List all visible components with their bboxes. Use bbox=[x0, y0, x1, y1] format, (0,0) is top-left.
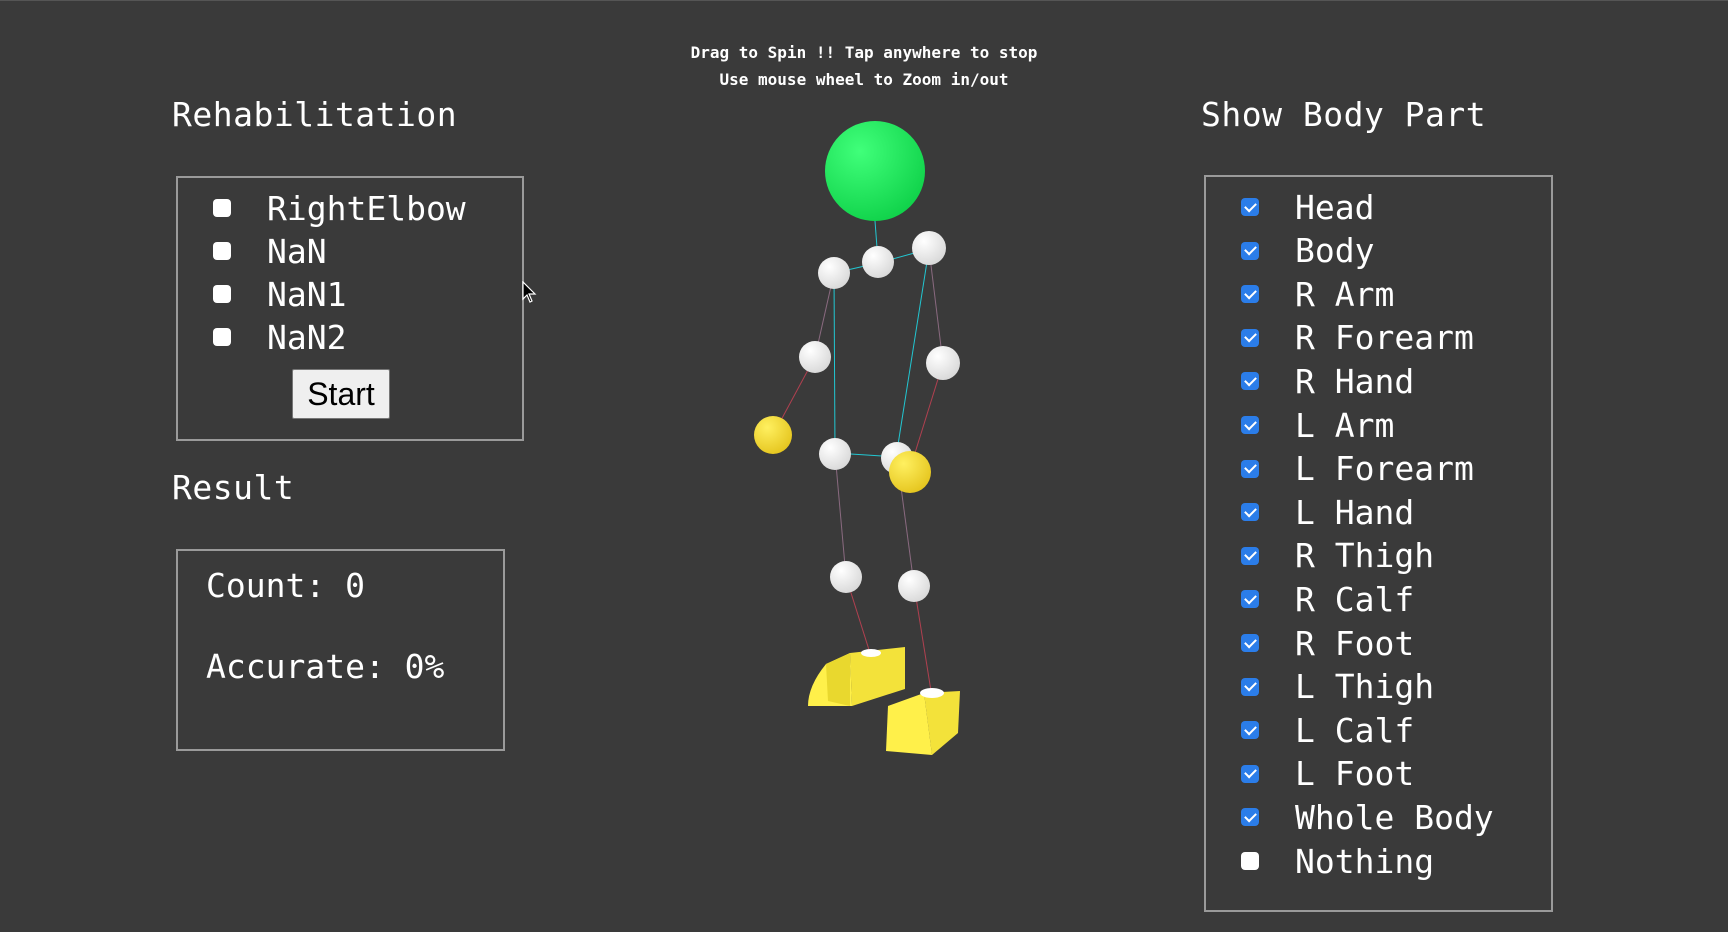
body-part-label: R Calf bbox=[1295, 579, 1415, 619]
rehab-checkbox[interactable] bbox=[213, 199, 231, 217]
body-part-label: R Hand bbox=[1295, 361, 1415, 401]
accuracy-readout: Accurate: 0% bbox=[206, 647, 445, 686]
body-part-option[interactable]: L Thigh bbox=[1241, 667, 1435, 707]
spine-right bbox=[833, 272, 836, 454]
body-part-label: L Thigh bbox=[1295, 667, 1435, 707]
rehab-checkbox[interactable] bbox=[213, 242, 231, 260]
joint-spheres bbox=[799, 231, 960, 602]
right-hand-sphere bbox=[754, 416, 792, 454]
body-part-checkbox[interactable] bbox=[1241, 328, 1259, 347]
body-part-label: L Foot bbox=[1295, 754, 1415, 794]
spin-zoom-hint: Drag to Spin !! Tap anywhere to stop Use… bbox=[0, 39, 1728, 93]
left-knee-joint bbox=[898, 570, 930, 602]
rehab-option[interactable]: NaN bbox=[213, 231, 327, 271]
body-part-label: L Arm bbox=[1295, 405, 1395, 445]
body-part-checkbox[interactable] bbox=[1241, 198, 1259, 216]
body-part-option[interactable]: L Hand bbox=[1241, 492, 1415, 532]
show-body-part-title: Show Body Part bbox=[1201, 95, 1487, 134]
body-part-option[interactable]: L Foot bbox=[1241, 754, 1415, 794]
r-thigh-bone bbox=[834, 452, 847, 578]
result-title: Result bbox=[172, 468, 295, 507]
right-shoulder-joint bbox=[818, 257, 850, 289]
body-part-option[interactable]: R Foot bbox=[1241, 623, 1415, 663]
rehabilitation-title: Rehabilitation bbox=[172, 95, 458, 134]
rehab-checkbox[interactable] bbox=[213, 328, 231, 346]
body-part-checkbox[interactable] bbox=[1241, 546, 1259, 565]
body-part-checkbox[interactable] bbox=[1241, 503, 1259, 522]
rehab-label: NaN bbox=[267, 231, 327, 271]
body-part-option[interactable]: R Hand bbox=[1241, 361, 1415, 401]
body-part-checkbox[interactable] bbox=[1241, 590, 1259, 609]
body-part-checkbox[interactable] bbox=[1241, 808, 1259, 827]
body-part-checkbox[interactable] bbox=[1241, 852, 1259, 870]
body-part-label: Body bbox=[1295, 231, 1375, 271]
rehab-option[interactable]: NaN1 bbox=[213, 274, 347, 314]
body-part-label: R Forearm bbox=[1295, 318, 1474, 358]
skeleton-figure[interactable] bbox=[700, 101, 1020, 781]
left-elbow-joint bbox=[926, 346, 960, 380]
hint-line-2: Use mouse wheel to Zoom in/out bbox=[719, 70, 1009, 89]
body-part-checkbox[interactable] bbox=[1241, 677, 1259, 696]
body-part-option[interactable]: Whole Body bbox=[1241, 797, 1494, 837]
body-part-panel: Head Body R Arm R Forearm R Hand L Arm L Forea… bbox=[1204, 175, 1553, 912]
rehab-label: NaN2 bbox=[267, 317, 347, 357]
body-part-option[interactable]: Body bbox=[1241, 231, 1375, 271]
body-part-checkbox[interactable] bbox=[1241, 459, 1259, 478]
body-part-option[interactable]: Head bbox=[1241, 187, 1375, 227]
body-part-checkbox[interactable] bbox=[1241, 634, 1259, 652]
body-part-checkbox[interactable] bbox=[1241, 285, 1259, 304]
count-readout: Count: 0 bbox=[206, 566, 365, 605]
body-part-option[interactable]: L Calf bbox=[1241, 710, 1415, 750]
body-part-label: R Arm bbox=[1295, 274, 1395, 314]
right-hip-joint bbox=[819, 438, 851, 470]
left-shoulder-joint bbox=[912, 231, 946, 265]
body-part-checkbox[interactable] bbox=[1241, 372, 1259, 391]
l-arm-bone bbox=[928, 248, 944, 364]
body-part-label: L Calf bbox=[1295, 710, 1415, 750]
body-part-label: R Foot bbox=[1295, 623, 1415, 663]
body-part-option[interactable]: R Forearm bbox=[1241, 318, 1474, 358]
body-part-checkbox[interactable] bbox=[1241, 416, 1259, 434]
neck-joint bbox=[862, 246, 894, 278]
body-part-option[interactable]: Nothing bbox=[1241, 841, 1435, 881]
body-part-checkbox[interactable] bbox=[1241, 721, 1259, 740]
body-part-label: Head bbox=[1295, 187, 1375, 227]
rehab-label: RightElbow bbox=[267, 188, 466, 228]
rehab-label: NaN1 bbox=[267, 274, 347, 314]
left-foot-block bbox=[886, 688, 960, 755]
hint-line-1: Drag to Spin !! Tap anywhere to stop bbox=[690, 43, 1038, 62]
body-part-label: Whole Body bbox=[1295, 797, 1494, 837]
head-sphere bbox=[825, 121, 925, 221]
body-part-label: R Thigh bbox=[1295, 536, 1435, 576]
right-foot-block bbox=[808, 647, 905, 706]
spine-left bbox=[896, 248, 930, 452]
body-part-label: L Forearm bbox=[1295, 449, 1474, 489]
right-knee-joint bbox=[830, 561, 862, 593]
body-part-option[interactable]: L Arm bbox=[1241, 405, 1395, 445]
result-panel: Count: 0 Accurate: 0% bbox=[176, 549, 505, 751]
body-part-label: L Hand bbox=[1295, 492, 1415, 532]
body-part-option[interactable]: R Calf bbox=[1241, 579, 1415, 619]
rehab-option[interactable]: RightElbow bbox=[213, 188, 466, 228]
rehab-checkbox[interactable] bbox=[213, 285, 231, 303]
body-part-option[interactable]: R Arm bbox=[1241, 274, 1395, 314]
skeleton-viewer-page: Drag to Spin !! Tap anywhere to stop Use… bbox=[0, 0, 1728, 932]
body-part-label: Nothing bbox=[1295, 841, 1435, 881]
body-part-checkbox[interactable] bbox=[1241, 764, 1259, 783]
start-button[interactable]: Start bbox=[292, 369, 390, 419]
body-part-option[interactable]: R Thigh bbox=[1241, 536, 1435, 576]
body-part-checkbox[interactable] bbox=[1241, 241, 1259, 260]
left-hand-sphere bbox=[889, 451, 931, 493]
rehab-option[interactable]: NaN2 bbox=[213, 317, 347, 357]
right-elbow-joint bbox=[799, 341, 831, 373]
body-part-option[interactable]: L Forearm bbox=[1241, 449, 1474, 489]
mouse-pointer-icon bbox=[522, 281, 537, 303]
